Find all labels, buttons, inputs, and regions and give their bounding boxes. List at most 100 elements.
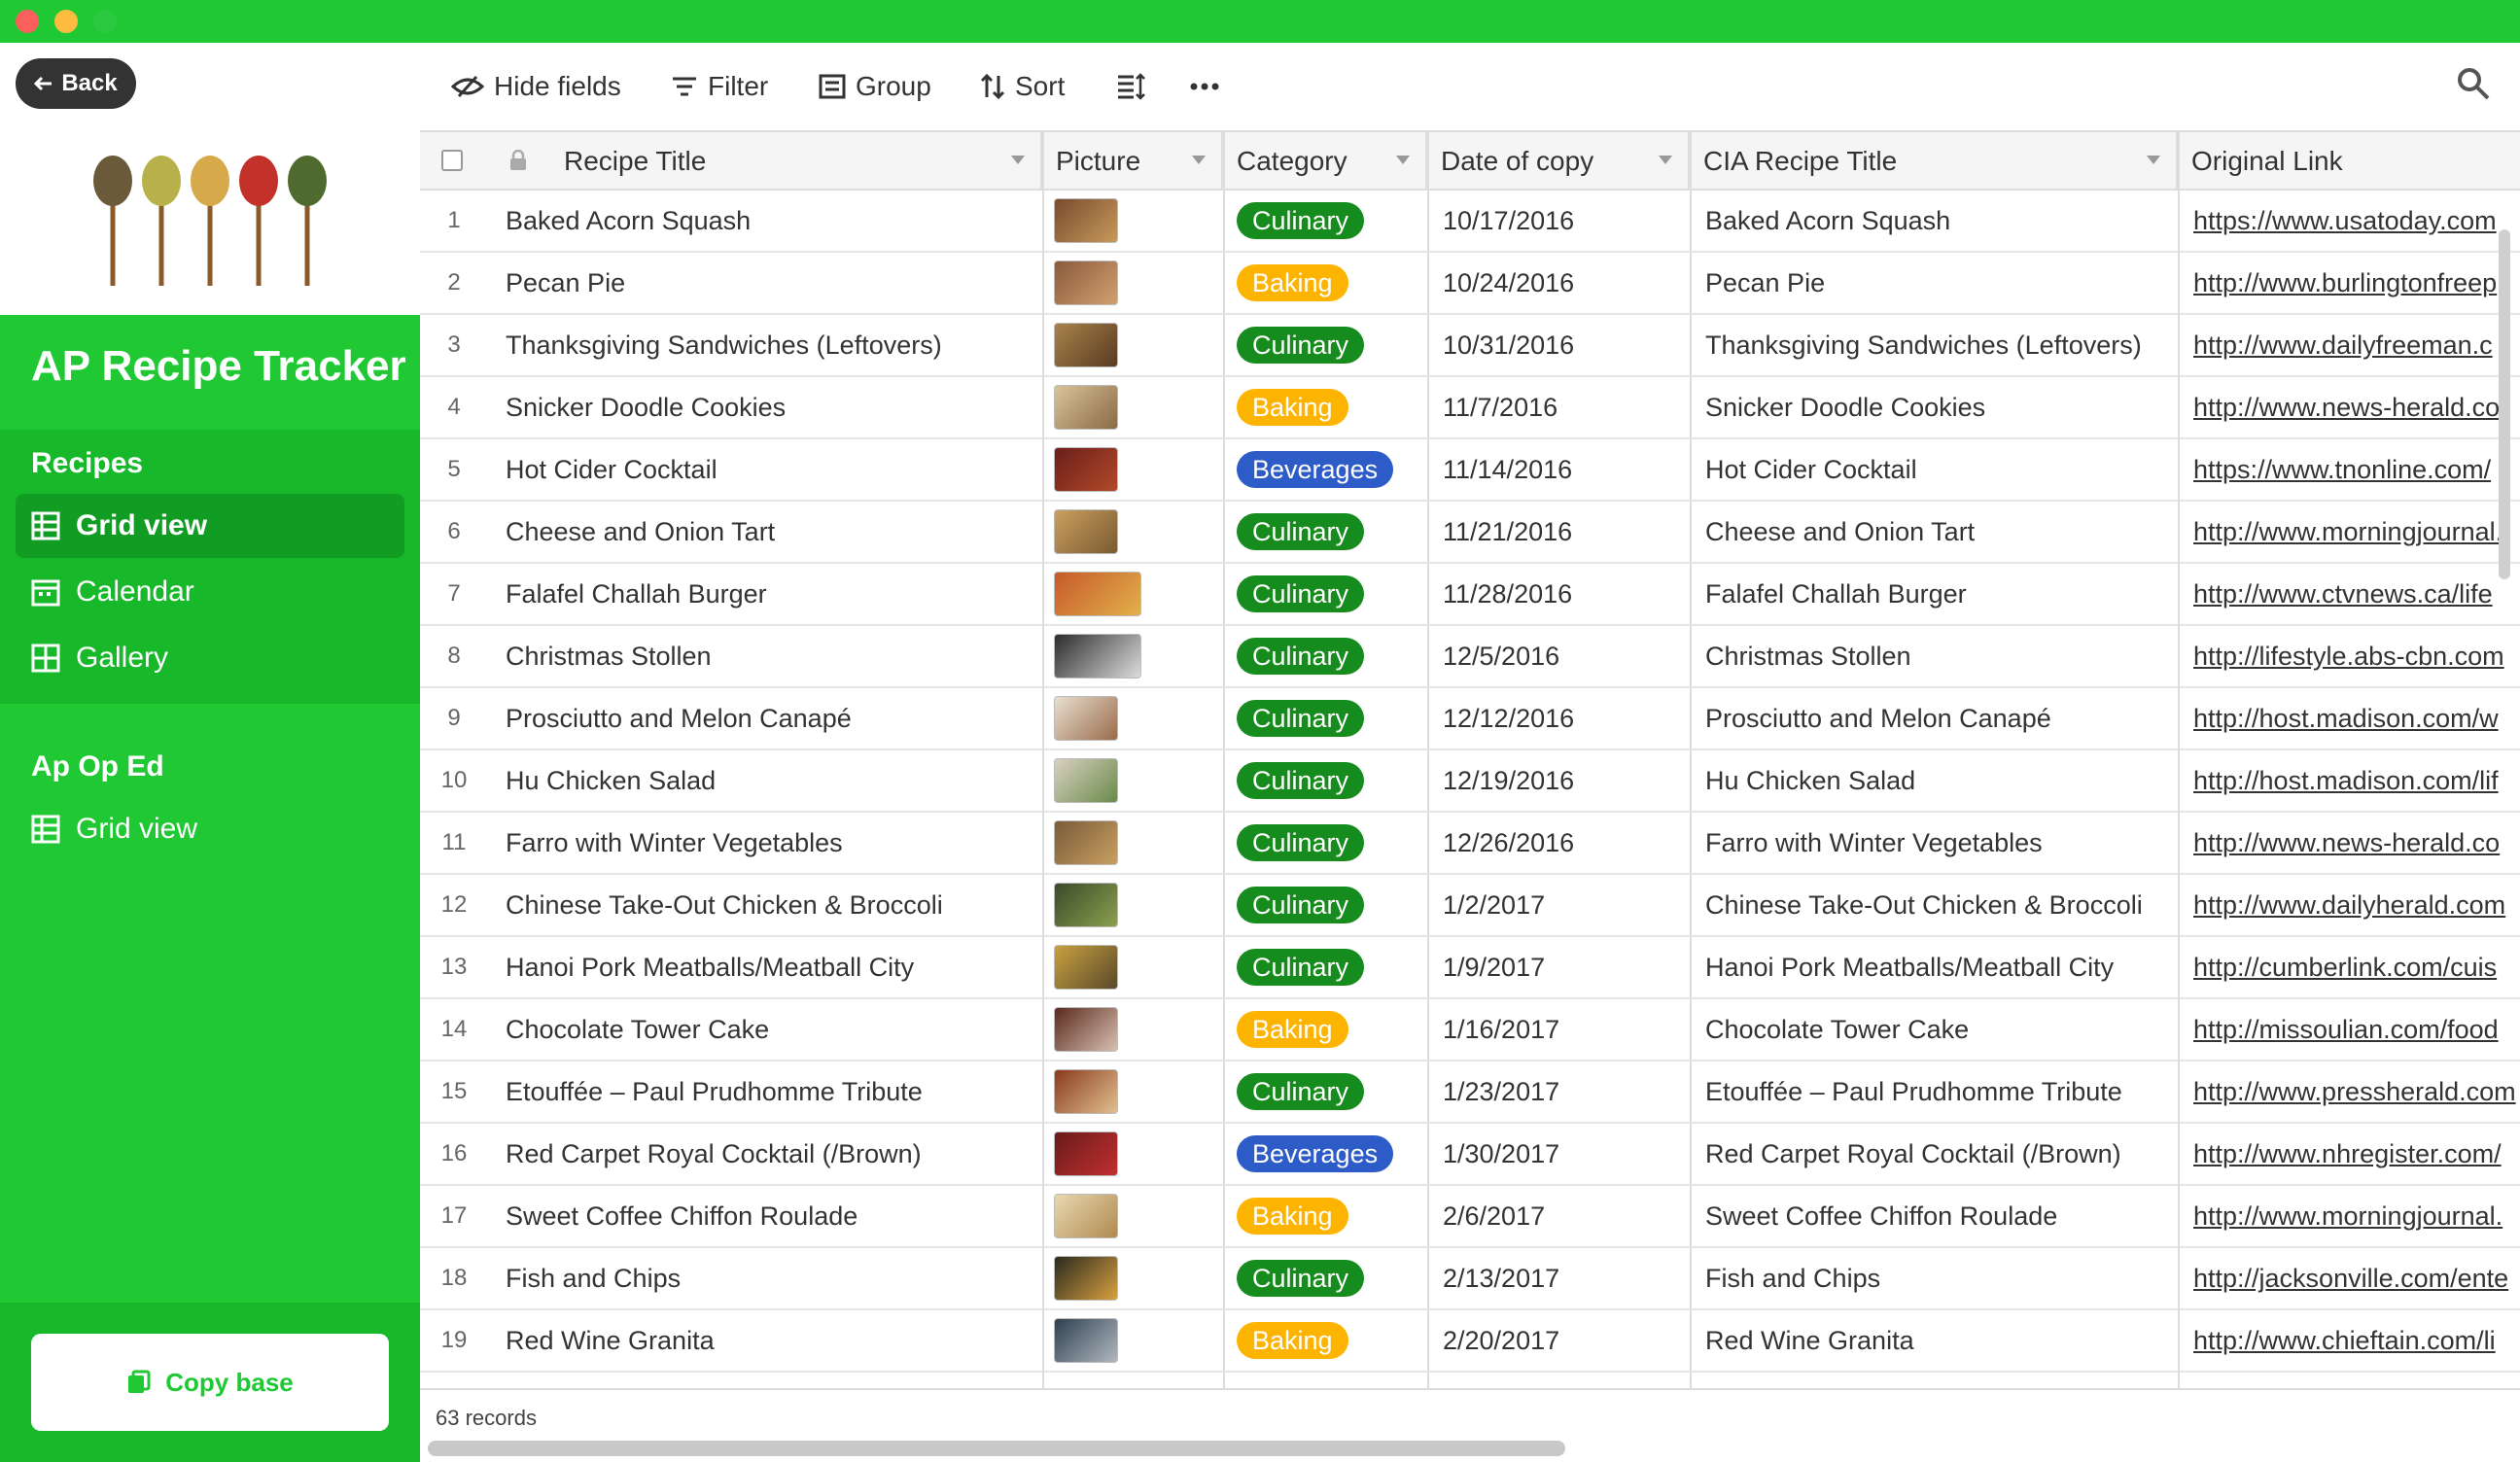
recipe-title-cell[interactable]: Pecan Pie xyxy=(492,253,1036,313)
cia-title-cell[interactable]: Etouffée – Paul Prudhomme Tribute xyxy=(1692,1062,2178,1122)
original-link[interactable]: http://www.pressherald.com xyxy=(2193,1077,2516,1107)
cia-title-cell[interactable]: Chinese Take-Out Chicken & Broccoli xyxy=(1692,875,2178,935)
picture-cell[interactable] xyxy=(1044,1124,1223,1184)
recipe-title-cell[interactable]: Red Carpet Royal Cocktail (/Brown) xyxy=(492,1124,1036,1184)
original-link-cell[interactable]: http://www.morningjournal. xyxy=(2180,502,2520,562)
recipe-title-cell[interactable]: Chocolate Tower Cake xyxy=(492,999,1036,1060)
cia-title-cell[interactable]: Hot Cider Cocktail xyxy=(1692,439,2178,500)
original-link[interactable]: http://www.morningjournal. xyxy=(2193,517,2502,547)
cia-title-cell[interactable]: Red Carpet Royal Cocktail (/Brown) xyxy=(1692,1124,2178,1184)
recipe-title-cell[interactable]: Snicker Doodle Cookies xyxy=(492,377,1036,437)
recipe-thumbnail[interactable] xyxy=(1054,198,1118,243)
recipe-thumbnail[interactable] xyxy=(1054,261,1118,305)
cia-title-cell[interactable]: Christmas Stollen xyxy=(1692,626,2178,686)
more-options-button[interactable] xyxy=(1190,64,1219,109)
original-link[interactable]: http://www.chieftain.com/li xyxy=(2193,1326,2496,1356)
category-cell[interactable]: Baking xyxy=(1225,253,1427,313)
original-link[interactable]: http://www.news-herald.co xyxy=(2193,828,2500,858)
table-row[interactable]: 6 Cheese and Onion Tart Culinary 11/21/2016… xyxy=(420,502,2520,564)
original-link[interactable]: http://missoulian.com/food xyxy=(2193,1015,2499,1045)
chevron-down-icon[interactable] xyxy=(1396,156,1410,164)
recipe-thumbnail[interactable] xyxy=(1054,1007,1118,1052)
category-cell[interactable]: Culinary xyxy=(1225,688,1427,748)
picture-cell[interactable] xyxy=(1044,315,1223,375)
original-link-cell[interactable]: http://host.madison.com/lif xyxy=(2180,750,2520,811)
recipe-thumbnail[interactable] xyxy=(1054,945,1118,990)
category-cell[interactable]: Culinary xyxy=(1225,1248,1427,1308)
column-header-original-link[interactable]: Original Link xyxy=(2178,132,2520,191)
hide-fields-button[interactable]: Hide fields xyxy=(451,64,621,109)
column-header-category[interactable]: Category xyxy=(1223,132,1427,191)
category-cell[interactable]: Baking xyxy=(1225,1310,1427,1371)
recipe-title-cell[interactable]: Farro with Winter Vegetables xyxy=(492,813,1036,873)
category-cell[interactable]: Beverages xyxy=(1225,1124,1427,1184)
picture-cell[interactable] xyxy=(1044,750,1223,811)
recipe-title-cell[interactable]: Baked Acorn Squash xyxy=(492,191,1036,251)
date-cell[interactable]: 11/14/2016 xyxy=(1429,439,1690,500)
original-link-cell[interactable]: http://www.ctvnews.ca/life xyxy=(2180,564,2520,624)
picture-cell[interactable] xyxy=(1044,626,1223,686)
row-height-button[interactable] xyxy=(1116,64,1145,109)
recipe-thumbnail[interactable] xyxy=(1054,1256,1118,1301)
original-link[interactable]: https://www.tnonline.com/ xyxy=(2193,455,2491,485)
category-cell[interactable]: Culinary xyxy=(1225,564,1427,624)
table-row[interactable]: 5 Hot Cider Cocktail Beverages 11/14/2016 Ho… xyxy=(420,439,2520,502)
original-link-cell[interactable]: http://cumberlink.com/cuis xyxy=(2180,937,2520,997)
date-cell[interactable]: 1/23/2017 xyxy=(1429,1062,1690,1122)
recipe-thumbnail[interactable] xyxy=(1054,447,1118,492)
date-cell[interactable]: 10/24/2016 xyxy=(1429,253,1690,313)
recipe-thumbnail[interactable] xyxy=(1054,696,1118,741)
picture-cell[interactable] xyxy=(1044,937,1223,997)
recipe-title-cell[interactable]: Prosciutto and Melon Canapé xyxy=(492,688,1036,748)
cia-title-cell[interactable]: Chocolate Tower Cake xyxy=(1692,999,2178,1060)
date-cell[interactable]: 12/5/2016 xyxy=(1429,626,1690,686)
original-link[interactable]: http://www.nhregister.com/ xyxy=(2193,1139,2502,1169)
minimize-window-button[interactable] xyxy=(54,10,78,33)
table-row[interactable]: 15 Etouffée – Paul Prudhomme Tribute Culin… xyxy=(420,1062,2520,1124)
original-link-cell[interactable]: http://www.dailyfreeman.c xyxy=(2180,315,2520,375)
horizontal-scrollbar[interactable] xyxy=(428,1441,1565,1456)
category-cell[interactable]: Culinary xyxy=(1225,875,1427,935)
date-cell[interactable]: 12/19/2016 xyxy=(1429,750,1690,811)
table-row[interactable]: 2 Pecan Pie Baking 10/24/2016 Pecan Pie http:… xyxy=(420,253,2520,315)
date-cell[interactable]: 2/13/2017 xyxy=(1429,1248,1690,1308)
category-cell[interactable]: Culinary xyxy=(1225,315,1427,375)
chevron-down-icon[interactable] xyxy=(1011,156,1025,164)
chevron-down-icon[interactable] xyxy=(1659,156,1672,164)
original-link-cell[interactable]: http://www.dailyherald.com xyxy=(2180,875,2520,935)
recipe-title-cell[interactable]: Chinese Take-Out Chicken & Broccoli xyxy=(492,875,1036,935)
sort-button[interactable]: Sort xyxy=(980,64,1065,109)
copy-base-button[interactable]: Copy base xyxy=(31,1334,389,1431)
picture-cell[interactable] xyxy=(1044,377,1223,437)
date-cell[interactable]: 1/16/2017 xyxy=(1429,999,1690,1060)
original-link-cell[interactable]: http://www.morningjournal. xyxy=(2180,1186,2520,1246)
filter-button[interactable]: Filter xyxy=(671,64,768,109)
view-calendar[interactable]: Calendar xyxy=(16,560,404,624)
date-cell[interactable]: 12/26/2016 xyxy=(1429,813,1690,873)
cia-title-cell[interactable]: Snicker Doodle Cookies xyxy=(1692,377,2178,437)
back-button[interactable]: Back xyxy=(16,58,136,109)
table-row[interactable]: 19 Red Wine Granita Baking 2/20/2017 Red Win… xyxy=(420,1310,2520,1373)
recipe-title-cell[interactable]: Fish and Chips xyxy=(492,1248,1036,1308)
cia-title-cell[interactable]: Baked Acorn Squash xyxy=(1692,191,2178,251)
original-link[interactable]: http://www.burlingtonfreep xyxy=(2193,268,2497,298)
original-link[interactable]: http://www.morningjournal. xyxy=(2193,1201,2502,1232)
original-link-cell[interactable]: http://www.chieftain.com/li xyxy=(2180,1310,2520,1371)
search-icon[interactable] xyxy=(2456,66,2491,101)
view-gallery[interactable]: Gallery xyxy=(16,626,404,690)
date-cell[interactable]: 2/6/2017 xyxy=(1429,1186,1690,1246)
recipe-title-cell[interactable]: Christmas Stollen xyxy=(492,626,1036,686)
date-cell[interactable]: 12/12/2016 xyxy=(1429,688,1690,748)
category-cell[interactable]: Culinary xyxy=(1225,750,1427,811)
original-link[interactable]: http://www.dailyherald.com xyxy=(2193,890,2505,921)
date-cell[interactable]: 11/28/2016 xyxy=(1429,564,1690,624)
recipe-thumbnail[interactable] xyxy=(1054,1131,1118,1176)
date-cell[interactable]: 10/31/2016 xyxy=(1429,315,1690,375)
cia-title-cell[interactable]: Pecan Pie xyxy=(1692,253,2178,313)
original-link-cell[interactable]: http://www.pressherald.com xyxy=(2180,1062,2520,1122)
recipe-thumbnail[interactable] xyxy=(1054,572,1141,616)
cia-title-cell[interactable]: Fish and Chips xyxy=(1692,1248,2178,1308)
date-cell[interactable]: 11/7/2016 xyxy=(1429,377,1690,437)
recipe-thumbnail[interactable] xyxy=(1054,1318,1118,1363)
category-cell[interactable]: Baking xyxy=(1225,999,1427,1060)
